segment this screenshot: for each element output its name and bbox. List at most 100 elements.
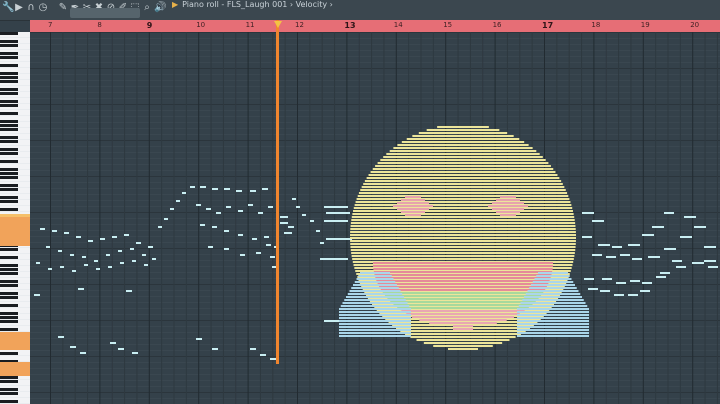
note (614, 294, 624, 296)
note (672, 260, 682, 262)
emoji-tear-row (532, 281, 574, 283)
emoji-tear-row (517, 335, 589, 337)
beat-line (630, 32, 632, 404)
note (628, 244, 640, 246)
pencil-icon[interactable]: ✎ (58, 1, 68, 15)
arrow-icon[interactable]: ▶ (14, 1, 24, 15)
bar-number: 10 (196, 21, 206, 29)
emoji-tear-row (520, 302, 586, 304)
note (692, 262, 704, 264)
emoji-face-row (397, 144, 529, 146)
black-key (0, 100, 18, 103)
row-line (30, 188, 720, 189)
playback-icon[interactable]: ▶ (172, 0, 178, 9)
bar-number: 12 (295, 21, 304, 29)
emoji-face-row (350, 240, 576, 242)
bar-number: 17 (542, 21, 554, 30)
emoji-face-row (405, 333, 521, 335)
black-key (0, 64, 18, 67)
row-line (30, 254, 720, 255)
note (280, 216, 288, 218)
emoji-face-row (380, 159, 546, 161)
emoji-tear-row (339, 326, 411, 328)
emoji-tear-row (517, 332, 589, 334)
note (110, 342, 116, 344)
emoji-face-row (350, 249, 576, 251)
bar-line (593, 32, 595, 404)
black-key (0, 44, 18, 47)
piano-keyboard[interactable] (0, 32, 30, 404)
note (324, 206, 348, 208)
black-key (0, 316, 18, 319)
row-line (30, 32, 720, 33)
bar-line (198, 32, 200, 404)
emoji-tear-row (517, 311, 589, 313)
emoji-tear-row (517, 314, 589, 316)
note (248, 204, 253, 206)
note (582, 236, 592, 238)
emoji-face-row (375, 165, 551, 167)
row-line (30, 224, 720, 225)
toolbar-scroll-field[interactable] (70, 8, 140, 18)
emoji-eye-row (393, 205, 433, 207)
note (226, 206, 231, 208)
beat-line (210, 32, 212, 404)
black-key (0, 272, 18, 275)
emoji-eye-row (401, 211, 425, 213)
row-line (30, 368, 720, 369)
row-line (30, 62, 720, 63)
note (260, 354, 266, 356)
beat-line (605, 32, 607, 404)
emoji-mouth-row (429, 322, 497, 324)
emoji-face-row (386, 153, 540, 155)
playhead-marker[interactable] (274, 21, 282, 28)
row-line (30, 164, 720, 165)
note-grid[interactable] (30, 32, 720, 404)
emoji-tear-row (517, 317, 589, 319)
note (208, 246, 213, 248)
bar-number: 16 (492, 21, 502, 29)
clock-icon[interactable]: ◷ (38, 1, 48, 15)
black-key (0, 76, 18, 79)
emoji-face-row (350, 234, 576, 236)
bar-line (297, 32, 298, 404)
title-text: Piano roll - FLS_Laugh 001 › Velocity › (182, 0, 333, 9)
row-line (30, 146, 720, 147)
emoji-mouth-row (393, 304, 533, 306)
beat-line (667, 32, 669, 404)
row-line (30, 356, 720, 357)
bar-number: 20 (690, 21, 700, 29)
wrench-icon[interactable]: 🔧 (2, 1, 14, 15)
speaker-icon[interactable]: 🔊 (154, 1, 166, 15)
note (320, 242, 324, 244)
emoji-eye-row (397, 202, 429, 204)
note (82, 256, 86, 258)
row-line (30, 218, 720, 219)
note (268, 206, 273, 208)
row-line (30, 338, 720, 339)
bar-number: 15 (443, 21, 453, 29)
magnet-icon[interactable]: ∩ (26, 1, 36, 15)
note (170, 208, 174, 210)
emoji-face-row (416, 339, 510, 341)
emoji-face-row (360, 189, 566, 191)
row-line (30, 386, 720, 387)
emoji-face-row (350, 225, 576, 227)
note (630, 280, 640, 282)
emoji-tear-row (534, 278, 572, 280)
playhead[interactable] (276, 20, 279, 364)
emoji-face-row (350, 222, 576, 224)
emoji-tear-row (517, 326, 589, 328)
bar-number: 7 (48, 21, 53, 29)
zoom-icon[interactable]: ⌕ (142, 1, 152, 15)
row-line (30, 86, 720, 87)
black-key (0, 312, 18, 315)
note (216, 212, 221, 214)
note (212, 348, 218, 350)
black-key (0, 380, 18, 383)
emoji-face-row (368, 174, 558, 176)
row-line (30, 194, 720, 195)
row-line (30, 56, 720, 57)
note (196, 338, 202, 340)
note (684, 216, 696, 218)
